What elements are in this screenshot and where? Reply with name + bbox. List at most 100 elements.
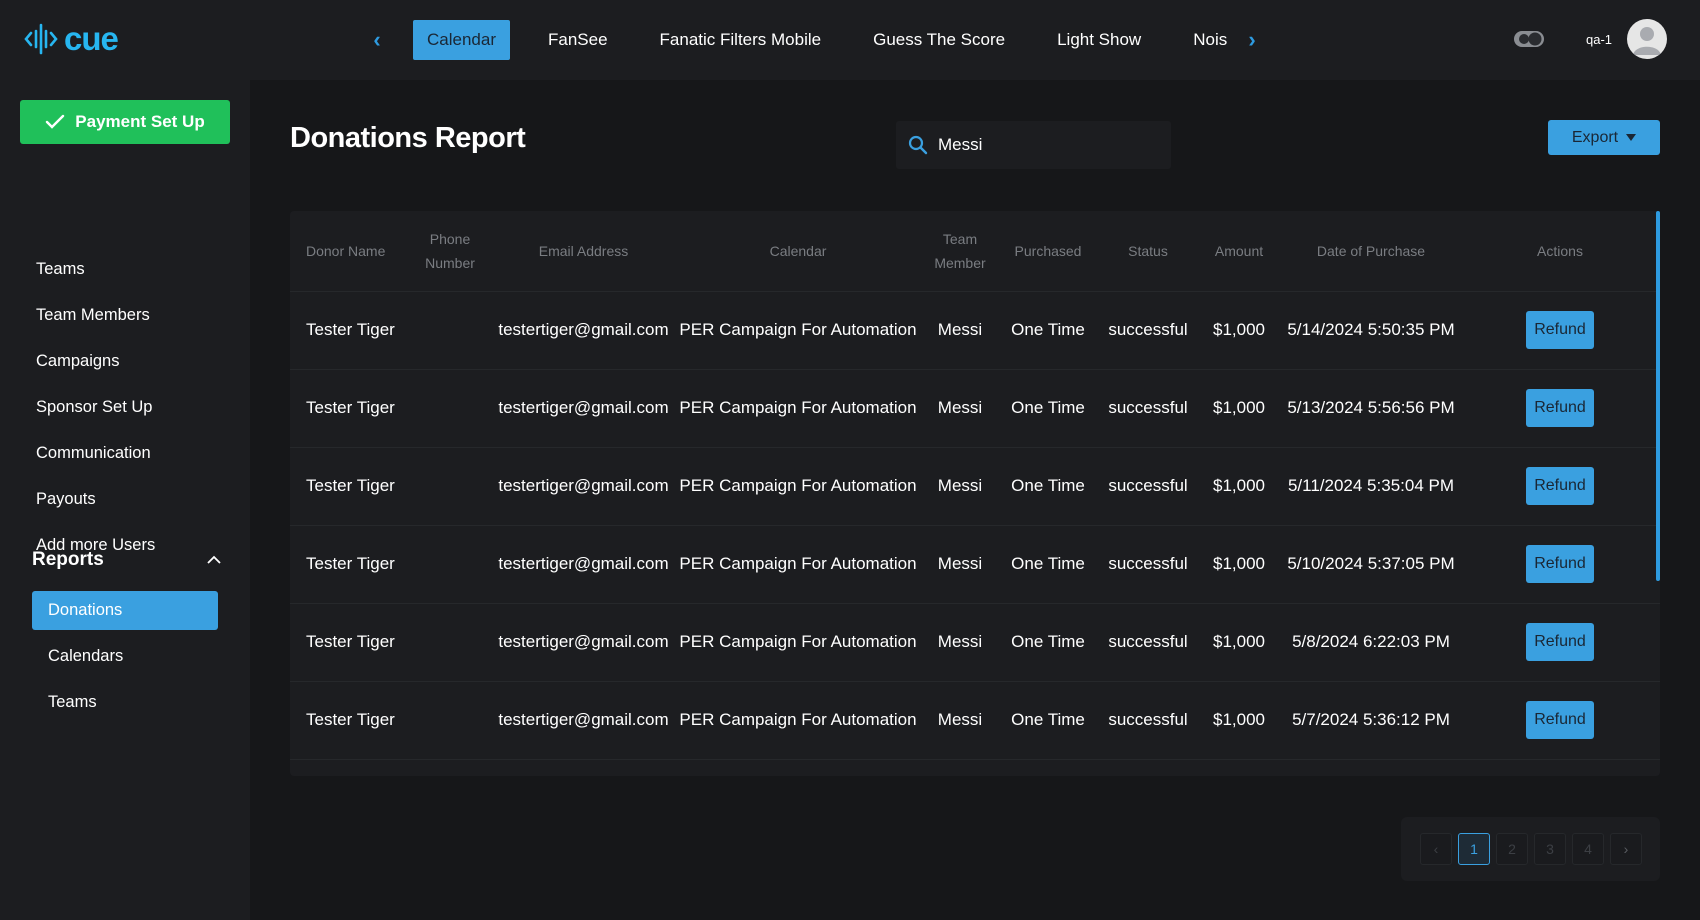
report-item-teams[interactable]: Teams <box>32 683 218 722</box>
page-4-button[interactable]: 4 <box>1572 833 1604 865</box>
cell-phone <box>405 369 495 448</box>
column-header-purchased[interactable]: Purchased <box>996 211 1100 292</box>
tab-fanatic-filters-mobile[interactable]: Fanatic Filters Mobile <box>646 20 836 60</box>
user-name[interactable]: qa-1 <box>1586 32 1612 47</box>
payment-set-up-label: Payment Set Up <box>75 112 205 131</box>
refund-button[interactable]: Refund <box>1526 389 1594 427</box>
cell-member: Messi <box>924 291 996 370</box>
cell-amount: $1,000 <box>1196 447 1282 526</box>
refund-button[interactable]: Refund <box>1526 623 1594 661</box>
cell-email: testertiger@gmail.com <box>495 447 672 526</box>
table-row: Tester Tiger testertiger@gmail.com PER Cam… <box>290 681 1660 760</box>
table-header-row: Donor Name Phone Number Email Address Calen… <box>290 211 1660 292</box>
table-row: Tester Tiger testertiger@gmail.com PER Cam… <box>290 447 1660 526</box>
cell-email: testertiger@gmail.com <box>495 603 672 682</box>
cell-calendar: PER Campaign For Automation <box>672 681 924 760</box>
search-icon <box>908 135 928 155</box>
page-3-button[interactable]: 3 <box>1534 833 1566 865</box>
column-header-team-member[interactable]: Team Member <box>924 211 996 292</box>
cell-member: Messi <box>924 447 996 526</box>
search-box[interactable] <box>896 121 1171 169</box>
tabs-scroll-left-button[interactable]: ‹ <box>367 26 387 54</box>
cell-status: successful <box>1100 681 1196 760</box>
cell-donor: Tester Tiger <box>290 681 405 760</box>
page-2-button[interactable]: 2 <box>1496 833 1528 865</box>
sidebar-item-sponsor-set-up[interactable]: Sponsor Set Up <box>36 398 152 417</box>
pagination-prev-button[interactable]: ‹ <box>1420 833 1452 865</box>
payment-set-up-button[interactable]: Payment Set Up <box>20 100 230 144</box>
user-avatar-icon[interactable] <box>1627 19 1667 59</box>
cell-date: 5/14/2024 5:50:35 PM <box>1282 291 1460 370</box>
cell-calendar: PER Campaign For Automation <box>672 525 924 604</box>
reports-label: Reports <box>32 549 104 570</box>
sidebar-item-campaigns[interactable]: Campaigns <box>36 352 119 371</box>
tab-noise[interactable]: Noise <box>1179 20 1228 60</box>
tab-light-show[interactable]: Light Show <box>1043 20 1155 60</box>
chevron-right-icon: › <box>1623 841 1629 857</box>
column-header-donor-name[interactable]: Donor Name <box>290 211 405 292</box>
page-1-button[interactable]: 1 <box>1458 833 1490 865</box>
table-scrollbar[interactable] <box>1656 211 1660 581</box>
logo-text: cue <box>64 20 119 57</box>
page-title: Donations Report <box>290 122 526 154</box>
reports-section-toggle[interactable]: Reports <box>32 549 222 571</box>
logo-wave-icon <box>24 23 58 55</box>
tab-calendar[interactable]: Calendar <box>413 20 510 60</box>
refund-button[interactable]: Refund <box>1526 701 1594 739</box>
refund-button[interactable]: Refund <box>1526 311 1594 349</box>
cell-calendar: PER Campaign For Automation <box>672 447 924 526</box>
theme-toggle-icon[interactable] <box>1513 28 1545 50</box>
cell-donor: Tester Tiger <box>290 525 405 604</box>
cell-purchased: One Time <box>996 525 1100 604</box>
cell-date: 5/8/2024 6:22:03 PM <box>1282 603 1460 682</box>
table-row: Tester Tiger testertiger@gmail.com PER Cam… <box>290 603 1660 682</box>
cell-purchased: One Time <box>996 291 1100 370</box>
pagination: ‹ 1234 › <box>1401 817 1660 881</box>
cell-amount: $1,000 <box>1196 291 1282 370</box>
column-header-email-address[interactable]: Email Address <box>495 211 672 292</box>
cell-purchased: One Time <box>996 603 1100 682</box>
donations-table: Donor Name Phone Number Email Address Calen… <box>290 211 1660 776</box>
sidebar-item-communication[interactable]: Communication <box>36 444 151 463</box>
column-header-amount[interactable]: Amount <box>1196 211 1282 292</box>
cell-amount: $1,000 <box>1196 603 1282 682</box>
chevron-left-icon: ‹ <box>1433 841 1439 857</box>
chevron-left-icon: ‹ <box>373 27 381 52</box>
refund-button[interactable]: Refund <box>1526 545 1594 583</box>
column-header-calendar[interactable]: Calendar <box>672 211 924 292</box>
cell-donor: Tester Tiger <box>290 603 405 682</box>
cell-status: successful <box>1100 603 1196 682</box>
cell-purchased: One Time <box>996 447 1100 526</box>
export-button[interactable]: Export <box>1548 120 1660 155</box>
report-item-donations[interactable]: Donations <box>32 591 218 630</box>
search-input[interactable] <box>938 135 1158 155</box>
sidebar-item-teams[interactable]: Teams <box>36 260 85 279</box>
cell-phone <box>405 681 495 760</box>
chevron-right-icon: › <box>1248 27 1256 52</box>
table-row: Tester Tiger testertiger@gmail.com PER Cam… <box>290 291 1660 370</box>
sidebar-item-team-members[interactable]: Team Members <box>36 306 150 325</box>
cell-actions: Refund <box>1460 369 1660 448</box>
cell-calendar: PER Campaign For Automation <box>672 291 924 370</box>
tabs-scroll-right-button[interactable]: › <box>1242 26 1262 54</box>
cell-date: 5/10/2024 5:37:05 PM <box>1282 525 1460 604</box>
cell-amount: $1,000 <box>1196 369 1282 448</box>
column-header-date-of-purchase[interactable]: Date of Purchase <box>1282 211 1460 292</box>
tab-guess-the-score[interactable]: Guess The Score <box>859 20 1019 60</box>
cell-donor: Tester Tiger <box>290 447 405 526</box>
cell-phone <box>405 291 495 370</box>
report-item-calendars[interactable]: Calendars <box>32 637 218 676</box>
sidebar-item-payouts[interactable]: Payouts <box>36 490 96 509</box>
pagination-next-button[interactable]: › <box>1610 833 1642 865</box>
table-row: Tester Tiger testertiger@gmail.com PER Cam… <box>290 525 1660 604</box>
column-header-actions[interactable]: Actions <box>1460 211 1660 292</box>
refund-button[interactable]: Refund <box>1526 467 1594 505</box>
app-logo[interactable]: cue <box>24 20 119 58</box>
cell-email: testertiger@gmail.com <box>495 369 672 448</box>
cell-member: Messi <box>924 681 996 760</box>
column-header-phone-number[interactable]: Phone Number <box>405 211 495 292</box>
column-header-status[interactable]: Status <box>1100 211 1196 292</box>
tab-fansee[interactable]: FanSee <box>534 20 622 60</box>
cell-purchased: One Time <box>996 681 1100 760</box>
cell-calendar: PER Campaign For Automation <box>672 603 924 682</box>
